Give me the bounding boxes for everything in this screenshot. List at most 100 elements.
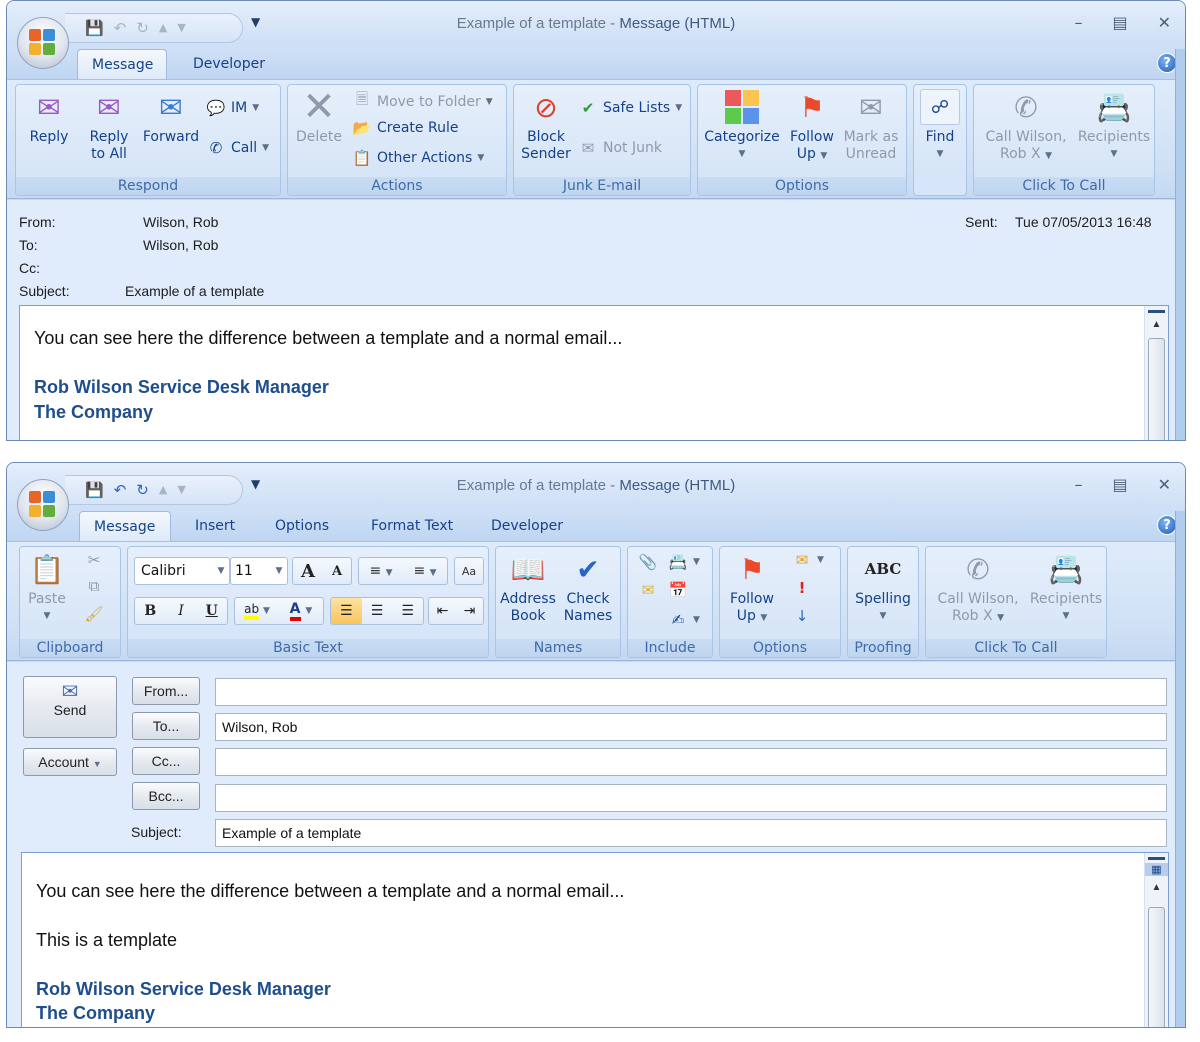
- scroll-thumb[interactable]: [1148, 907, 1165, 1027]
- cc-label: Cc:: [19, 260, 40, 276]
- font-color-icon[interactable]: A ▼: [279, 601, 323, 621]
- group-junk-email: ⊘ Block Sender ✔Safe Lists▼ ✉Not Junk ↘ …: [513, 84, 691, 196]
- decrease-indent-icon[interactable]: ⇤: [429, 603, 456, 619]
- safe-lists-button[interactable]: ✔ Safe Lists ▼: [578, 99, 682, 117]
- italic-button[interactable]: I: [166, 603, 197, 619]
- im-button[interactable]: 💬 IM ▼: [206, 99, 259, 117]
- scroll-up-icon[interactable]: ▲: [1145, 319, 1168, 330]
- align-right-icon[interactable]: ☰: [392, 603, 423, 619]
- bcc-button[interactable]: Bcc...: [132, 782, 200, 810]
- forward-button[interactable]: ✉ Forward: [140, 89, 202, 146]
- address-book-button[interactable]: 📖 Address Book: [500, 551, 556, 625]
- bullets-icon[interactable]: ≡ ▼: [359, 563, 403, 579]
- increase-indent-icon[interactable]: ⇥: [456, 603, 483, 619]
- from-button[interactable]: From...: [132, 677, 200, 705]
- message-body-editor[interactable]: You can see here the difference between …: [21, 852, 1169, 1027]
- bold-button[interactable]: B: [135, 603, 166, 619]
- recipients-button[interactable]: 📇 Recipients ▼: [1074, 89, 1154, 163]
- office-button[interactable]: [17, 17, 69, 69]
- reply-button[interactable]: ✉ Reply: [22, 89, 76, 146]
- from-value[interactable]: Wilson, Rob: [143, 214, 218, 230]
- call-wilson-button[interactable]: ✆ Call Wilson, Rob X ▼: [976, 89, 1076, 165]
- calendar-button[interactable]: 📅: [668, 581, 688, 599]
- permission-button[interactable]: ✉ ▼: [792, 551, 824, 569]
- scroll-up-icon[interactable]: ▲: [1145, 882, 1168, 893]
- delete-button[interactable]: ✕ Delete: [292, 87, 346, 146]
- tab-developer[interactable]: Developer: [179, 49, 279, 79]
- shrink-font-button[interactable]: A: [323, 564, 351, 579]
- follow-up-button[interactable]: ⚑ Follow Up ▼: [724, 551, 780, 627]
- cut-button[interactable]: ✂: [84, 551, 104, 569]
- align-center-icon[interactable]: ☰: [362, 603, 393, 619]
- to-label: To:: [19, 237, 38, 253]
- to-value[interactable]: Wilson, Rob: [143, 237, 218, 253]
- low-importance-button[interactable]: ↓: [792, 607, 812, 625]
- close-icon[interactable]: ✕: [1158, 475, 1171, 494]
- signature-button[interactable]: ✍ ▼: [668, 611, 700, 629]
- paste-button[interactable]: 📋 Paste ▼: [22, 551, 72, 625]
- vertical-scrollbar[interactable]: ▦ ▲: [1144, 853, 1168, 1027]
- office-button[interactable]: [17, 479, 69, 531]
- bcc-field[interactable]: [215, 784, 1167, 812]
- send-envelope-icon: ✉: [61, 681, 79, 703]
- view-ruler-icon[interactable]: ▦: [1145, 863, 1168, 876]
- copy-button[interactable]: ⧉: [84, 577, 104, 595]
- vertical-scrollbar[interactable]: ▲: [1144, 306, 1168, 440]
- subject-field[interactable]: Example of a template: [215, 819, 1167, 847]
- tab-message[interactable]: Message: [79, 511, 171, 541]
- block-sender-button[interactable]: ⊘ Block Sender: [518, 89, 574, 163]
- split-handle-icon[interactable]: [1148, 310, 1165, 313]
- other-actions-button[interactable]: 📋 Other Actions ▼: [352, 149, 485, 167]
- check-names-button[interactable]: ✔ Check Names: [560, 551, 616, 625]
- tab-format-text[interactable]: Format Text: [357, 511, 467, 541]
- help-icon[interactable]: ?: [1157, 515, 1177, 535]
- underline-button[interactable]: U: [196, 603, 227, 619]
- font-name-select[interactable]: Calibri ▼: [134, 557, 230, 585]
- call-wilson-button[interactable]: ✆ Call Wilson, Rob X ▼: [928, 551, 1028, 627]
- maximize-icon[interactable]: ▤: [1112, 13, 1127, 32]
- tab-message[interactable]: Message: [77, 49, 167, 79]
- cc-field[interactable]: [215, 748, 1167, 776]
- to-field[interactable]: Wilson, Rob: [215, 713, 1167, 741]
- business-card-button[interactable]: 📇 ▼: [668, 553, 700, 571]
- close-icon[interactable]: ✕: [1158, 13, 1171, 32]
- not-junk-button[interactable]: ✉ Not Junk: [578, 139, 662, 157]
- create-rule-button[interactable]: 📂 Create Rule: [352, 119, 459, 137]
- split-handle-icon[interactable]: [1148, 857, 1165, 860]
- business-card-icon: 📇: [668, 553, 688, 571]
- grow-font-button[interactable]: A: [293, 561, 323, 582]
- chevron-down-icon: ▼: [760, 613, 768, 623]
- to-button[interactable]: To...: [132, 712, 200, 740]
- highlight-icon[interactable]: ab ▼: [235, 602, 279, 620]
- find-button[interactable]: ☍ Find ▼: [916, 89, 964, 163]
- scroll-thumb[interactable]: [1148, 338, 1165, 440]
- font-size-select[interactable]: 11 ▼: [230, 557, 288, 585]
- send-button[interactable]: ✉ Send: [23, 676, 117, 738]
- recipients-button[interactable]: 📇 Recipients ▼: [1026, 551, 1106, 625]
- attach-item-button[interactable]: ✉: [638, 581, 658, 599]
- categorize-button[interactable]: Categorize ▼: [702, 89, 782, 163]
- mark-as-unread-button[interactable]: ✉ Mark as Unread: [842, 89, 900, 163]
- call-button[interactable]: ✆ Call ▼: [206, 139, 269, 157]
- message-body[interactable]: You can see here the difference between …: [19, 305, 1169, 440]
- tab-options[interactable]: Options: [261, 511, 343, 541]
- numbering-icon[interactable]: ≡ ▼: [403, 563, 447, 579]
- maximize-icon[interactable]: ▤: [1112, 475, 1127, 494]
- from-field[interactable]: [215, 678, 1167, 706]
- minimize-icon[interactable]: –: [1074, 13, 1082, 32]
- move-to-folder-button[interactable]: 🗏 Move to Folder ▼: [352, 89, 493, 114]
- reply-all-button[interactable]: ✉ Reply to All: [82, 89, 136, 163]
- high-importance-button[interactable]: !: [792, 579, 812, 597]
- account-button[interactable]: Account ▼: [23, 748, 117, 776]
- help-icon[interactable]: ?: [1157, 53, 1177, 73]
- cc-button[interactable]: Cc...: [132, 747, 200, 775]
- tab-developer[interactable]: Developer: [477, 511, 577, 541]
- tab-insert[interactable]: Insert: [181, 511, 249, 541]
- format-painter-button[interactable]: 🖌: [84, 605, 104, 623]
- clear-formatting-icon[interactable]: Aa: [454, 557, 484, 585]
- attach-file-button[interactable]: 📎: [638, 553, 658, 571]
- align-left-icon[interactable]: ☰: [331, 598, 362, 624]
- follow-up-button[interactable]: ⚑ Follow Up ▼: [786, 89, 838, 165]
- minimize-icon[interactable]: –: [1074, 475, 1082, 494]
- spelling-button[interactable]: ABC Spelling ▼: [850, 551, 916, 625]
